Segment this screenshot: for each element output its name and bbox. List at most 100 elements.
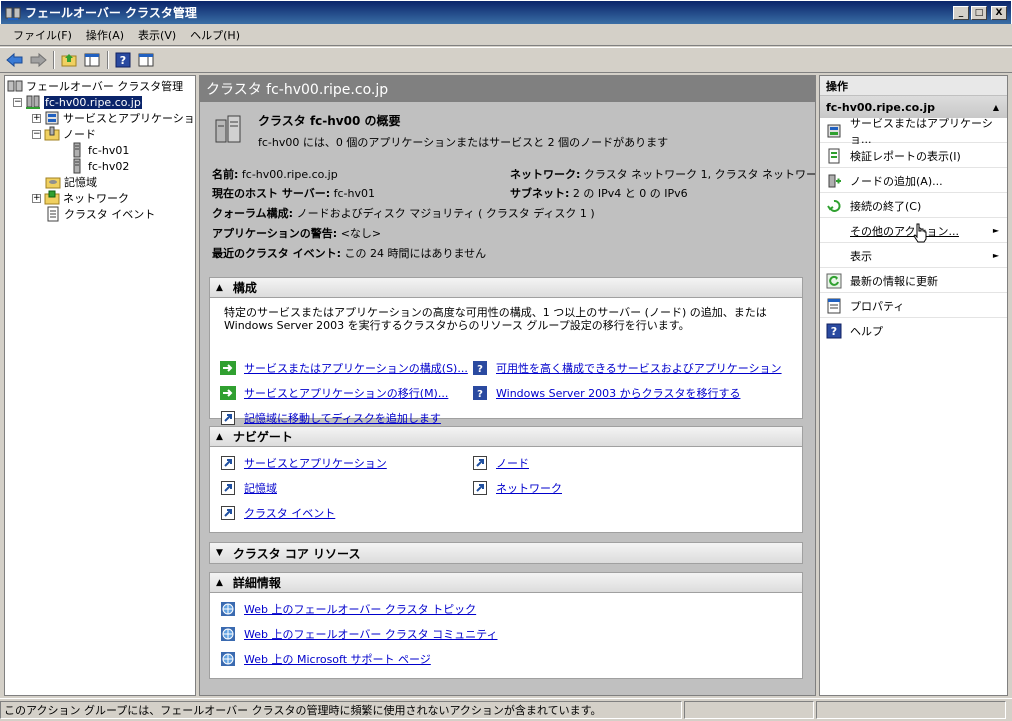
menu-help[interactable]: ヘルプ(H) xyxy=(183,25,247,45)
show-action-pane-button[interactable] xyxy=(135,49,157,71)
tree-item-storage[interactable]: 記憶域 xyxy=(45,174,97,190)
tree-label: ネットワーク xyxy=(63,192,129,205)
console-tree: フェールオーバー クラスタ管理 − fc-hv00.ripe.co.jp + サ… xyxy=(4,75,196,696)
add-disk-link[interactable]: 記憶域に移動してディスクを追加します xyxy=(220,410,441,426)
server-icon xyxy=(69,158,85,174)
server-icon xyxy=(69,142,85,158)
action-properties[interactable]: プロパティ xyxy=(820,294,1007,318)
cluster-icon xyxy=(25,94,41,110)
action-view-report[interactable]: 検証レポートの表示(I) xyxy=(820,144,1007,168)
failover-cluster-icon xyxy=(7,78,23,94)
section-core-header[interactable]: ▼ クラスタ コア リソース xyxy=(210,543,802,563)
svg-text:?: ? xyxy=(477,389,483,400)
summary-description: fc-hv00 には、0 個のアプリケーションまたはサービスと 2 個のノードが… xyxy=(258,136,669,149)
maximize-button[interactable]: □ xyxy=(971,5,987,20)
nav-events-link[interactable]: クラスタ イベント xyxy=(220,505,335,521)
web-globe-icon xyxy=(220,626,236,642)
section-core-resources: ▼ クラスタ コア リソース xyxy=(209,542,803,564)
action-disconnect[interactable]: 接続の終了(C) xyxy=(820,194,1007,218)
name-field: 名前: fc-hv00.ripe.co.jp xyxy=(212,168,338,181)
web-topics-link[interactable]: Web 上のフェールオーバー クラスタ トピック xyxy=(220,601,476,617)
migrate-2003-link[interactable]: ? Windows Server 2003 からクラスタを移行する xyxy=(472,385,740,401)
app-warning-field: アプリケーションの警告: <なし> xyxy=(212,227,382,240)
collapse-arrow-icon: ▲ xyxy=(216,431,223,442)
action-more-actions[interactable]: その他のアクション... ► xyxy=(820,219,1007,243)
tree-label: fc-hv00.ripe.co.jp xyxy=(44,95,142,109)
nav-nodes-link[interactable]: ノード xyxy=(472,455,529,471)
status-text: このアクション グループには、フェールオーバー クラスタの管理時に頻繁に使用され… xyxy=(0,701,682,719)
web-support-link[interactable]: Web 上の Microsoft サポート ページ xyxy=(220,651,431,667)
forward-arrow-icon xyxy=(30,52,47,68)
action-view[interactable]: 表示 ► xyxy=(820,244,1007,268)
section-details: ▲ 詳細情報 Web 上のフェールオーバー クラスタ トピック Web 上のフェー… xyxy=(209,572,803,679)
svg-text:?: ? xyxy=(120,54,126,67)
nav-services-link[interactable]: サービスとアプリケーション xyxy=(220,455,387,471)
menu-file[interactable]: ファイル(F) xyxy=(6,25,79,45)
collapse-arrow-icon: ▲ xyxy=(216,282,223,293)
collapse-toggle[interactable]: − xyxy=(13,97,22,107)
up-folder-button[interactable] xyxy=(58,49,80,71)
tree-item-nodes[interactable]: − ノード xyxy=(32,126,96,142)
collapse-toggle[interactable]: − xyxy=(32,129,41,139)
configure-service-link[interactable]: サービスまたはアプリケーションの構成(S)... xyxy=(220,360,468,376)
tree-label: 記憶域 xyxy=(64,176,97,189)
status-bar: このアクション グループには、フェールオーバー クラスタの管理時に頻繁に使用され… xyxy=(0,698,1012,721)
tree-item-node1[interactable]: fc-hv01 xyxy=(69,142,129,158)
properties-icon xyxy=(826,298,842,314)
nav-network-link[interactable]: ネットワーク xyxy=(472,480,562,496)
cluster-server-icon xyxy=(215,115,241,143)
window-title: フェールオーバー クラスタ管理 xyxy=(25,6,197,20)
back-button[interactable] xyxy=(4,49,26,71)
action-pane-icon xyxy=(138,53,154,67)
action-refresh[interactable]: 最新の情報に更新 xyxy=(820,269,1007,293)
console-tree-icon xyxy=(84,53,100,67)
disconnect-icon xyxy=(826,198,842,214)
close-button[interactable]: X xyxy=(991,5,1007,20)
section-navigate-header[interactable]: ▲ ナビゲート xyxy=(210,427,802,447)
event-log-icon xyxy=(45,206,61,222)
expand-toggle[interactable]: + xyxy=(32,193,41,203)
action-add-node[interactable]: ノードの追加(A)... xyxy=(820,169,1007,193)
section-description: 特定のサービスまたはアプリケーションの高度な可用性の構成、1 つ以上のサーバー … xyxy=(224,306,767,332)
help-icon: ? xyxy=(472,360,488,376)
network-field: ネットワーク: クラスタ ネットワーク 1, クラスタ ネットワーク 2 xyxy=(510,168,816,181)
submenu-arrow-icon: ► xyxy=(992,226,999,235)
tree-label: フェールオーバー クラスタ管理 xyxy=(26,80,184,93)
back-arrow-icon xyxy=(6,52,23,68)
action-help[interactable]: ? ヘルプ xyxy=(820,319,1007,343)
tree-item-network[interactable]: + ネットワーク xyxy=(32,190,129,206)
ha-services-link[interactable]: ? 可用性を高く構成できるサービスおよびアプリケーション xyxy=(472,360,782,376)
migrate-services-link[interactable]: サービスとアプリケーションの移行(M)... xyxy=(220,385,448,401)
menu-view[interactable]: 表示(V) xyxy=(131,25,183,45)
expand-toggle[interactable]: + xyxy=(32,113,41,123)
nav-storage-link[interactable]: 記憶域 xyxy=(220,480,277,496)
tree-label: ノード xyxy=(63,128,96,141)
web-community-link[interactable]: Web 上のフェールオーバー クラスタ コミュニティ xyxy=(220,626,497,642)
quorum-field: クォーラム構成: ノードおよびディスク マジョリティ ( クラスタ ディスク 1… xyxy=(212,207,595,220)
section-configure: ▲ 構成 特定のサービスまたはアプリケーションの高度な可用性の構成、1 つ以上のサ… xyxy=(209,277,803,425)
tree-item-events[interactable]: クラスタ イベント xyxy=(45,206,155,222)
toolbar-separator xyxy=(53,51,55,69)
help-button[interactable]: ? xyxy=(112,49,134,71)
web-globe-icon xyxy=(220,601,236,617)
minimize-button[interactable]: _ xyxy=(953,5,969,20)
section-configure-header[interactable]: ▲ 構成 xyxy=(210,278,802,298)
action-configure-service[interactable]: サービスまたはアプリケーショ... xyxy=(820,117,1007,146)
collapse-caret-icon: ▲ xyxy=(992,102,999,112)
failover-cluster-icon xyxy=(5,7,21,20)
forward-button[interactable] xyxy=(27,49,49,71)
tree-item-node2[interactable]: fc-hv02 xyxy=(69,158,129,174)
section-details-header[interactable]: ▲ 詳細情報 xyxy=(210,573,802,593)
help-icon: ? xyxy=(115,52,131,68)
tree-label: サービスとアプリケーション xyxy=(63,112,196,125)
nodes-icon xyxy=(44,126,60,142)
tree-item-services[interactable]: + サービスとアプリケーション xyxy=(32,110,196,126)
shortcut-icon xyxy=(220,505,236,521)
storage-icon xyxy=(45,174,61,190)
submenu-arrow-icon: ► xyxy=(992,251,999,260)
show-hide-tree-button[interactable] xyxy=(81,49,103,71)
tree-item-root[interactable]: フェールオーバー クラスタ管理 xyxy=(7,78,183,94)
menu-action[interactable]: 操作(A) xyxy=(79,25,131,45)
services-icon xyxy=(826,123,842,139)
tree-item-cluster[interactable]: − fc-hv00.ripe.co.jp xyxy=(13,94,142,110)
